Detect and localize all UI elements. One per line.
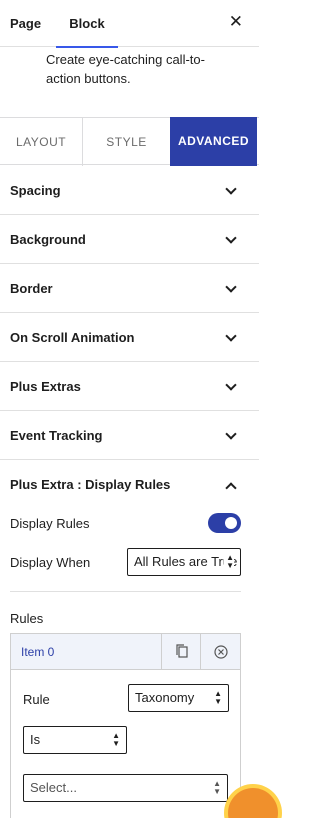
select-arrows-icon: ▲ ▼ [110, 727, 120, 748]
select-placeholder: Select... [30, 780, 77, 795]
copy-icon [176, 644, 188, 658]
panel-title: Event Tracking [10, 428, 103, 443]
chevron-up-icon [225, 482, 237, 494]
panel-event-tracking[interactable]: Event Tracking [0, 411, 259, 460]
duplicate-button[interactable] [161, 634, 201, 670]
rule-select[interactable]: Taxonomy ▲ ▼ [128, 684, 229, 712]
panel-title: Plus Extras [10, 379, 81, 394]
panel-title: Plus Extra : Display Rules [10, 477, 171, 492]
tab-advanced[interactable]: ADVANCED [170, 117, 257, 166]
select-arrows-icon: ▲ ▼ [224, 549, 234, 570]
chevron-down-icon [225, 428, 237, 440]
display-when-select[interactable]: All Rules are True ▲ ▼ [127, 548, 241, 576]
chevron-down-icon [225, 232, 237, 244]
tab-style[interactable]: STYLE [82, 117, 170, 166]
rules-repeater: Item 0 Rule Taxonomy ▲ ▼ Is ▲ ▼ Select... … [10, 633, 241, 818]
remove-circle-icon [214, 645, 228, 659]
rule-label: Rule [23, 692, 50, 707]
display-when-label: Display When [10, 555, 91, 570]
chevron-down-icon [225, 281, 237, 293]
tab-block[interactable]: Block [56, 0, 118, 48]
select-value: All Rules are True [134, 554, 238, 569]
select-arrows-icon: ▲ ▼ [211, 775, 221, 796]
panel-title: Border [10, 281, 53, 296]
chevron-down-icon [225, 183, 237, 195]
term-select[interactable]: Select... ▲ ▼ [23, 774, 228, 802]
chevron-down-icon [225, 330, 237, 342]
display-rules-toggle[interactable] [208, 513, 241, 533]
display-rules-label: Display Rules [10, 516, 90, 531]
select-value: Taxonomy [135, 690, 195, 705]
select-arrows-icon: ▲ ▼ [212, 685, 222, 706]
panel-plus-extras[interactable]: Plus Extras [0, 362, 259, 411]
inspector-tabs: LAYOUT STYLE ADVANCED [0, 117, 259, 166]
close-icon[interactable]: ✕ [229, 12, 243, 32]
panel-border[interactable]: Border [0, 264, 259, 313]
divider [10, 591, 241, 592]
tab-layout[interactable]: LAYOUT [0, 117, 82, 166]
panel-display-rules[interactable]: Plus Extra : Display Rules [0, 460, 259, 509]
panel-on-scroll-animation[interactable]: On Scroll Animation [0, 313, 259, 362]
panel-background[interactable]: Background [0, 215, 259, 264]
repeater-item-body: Rule Taxonomy ▲ ▼ Is ▲ ▼ Select... ▲ ▼ [11, 670, 240, 818]
panel-title: Spacing [10, 183, 61, 198]
chevron-down-icon [225, 379, 237, 391]
sidebar-header: Page Block ✕ [0, 0, 259, 48]
panel-title: On Scroll Animation [10, 330, 135, 345]
repeater-item-header[interactable]: Item 0 [11, 634, 240, 670]
remove-button[interactable] [200, 634, 240, 670]
panel-title: Background [10, 232, 86, 247]
panel-spacing[interactable]: Spacing [0, 166, 259, 215]
block-description: Create eye-catching call-to-action butto… [46, 52, 205, 86]
repeater-item-title: Item 0 [21, 645, 55, 659]
toggle-knob [225, 517, 237, 529]
select-value: Is [30, 732, 41, 747]
rules-label: Rules [10, 611, 44, 626]
tab-page[interactable]: Page [10, 0, 41, 47]
operator-select[interactable]: Is ▲ ▼ [23, 726, 127, 754]
